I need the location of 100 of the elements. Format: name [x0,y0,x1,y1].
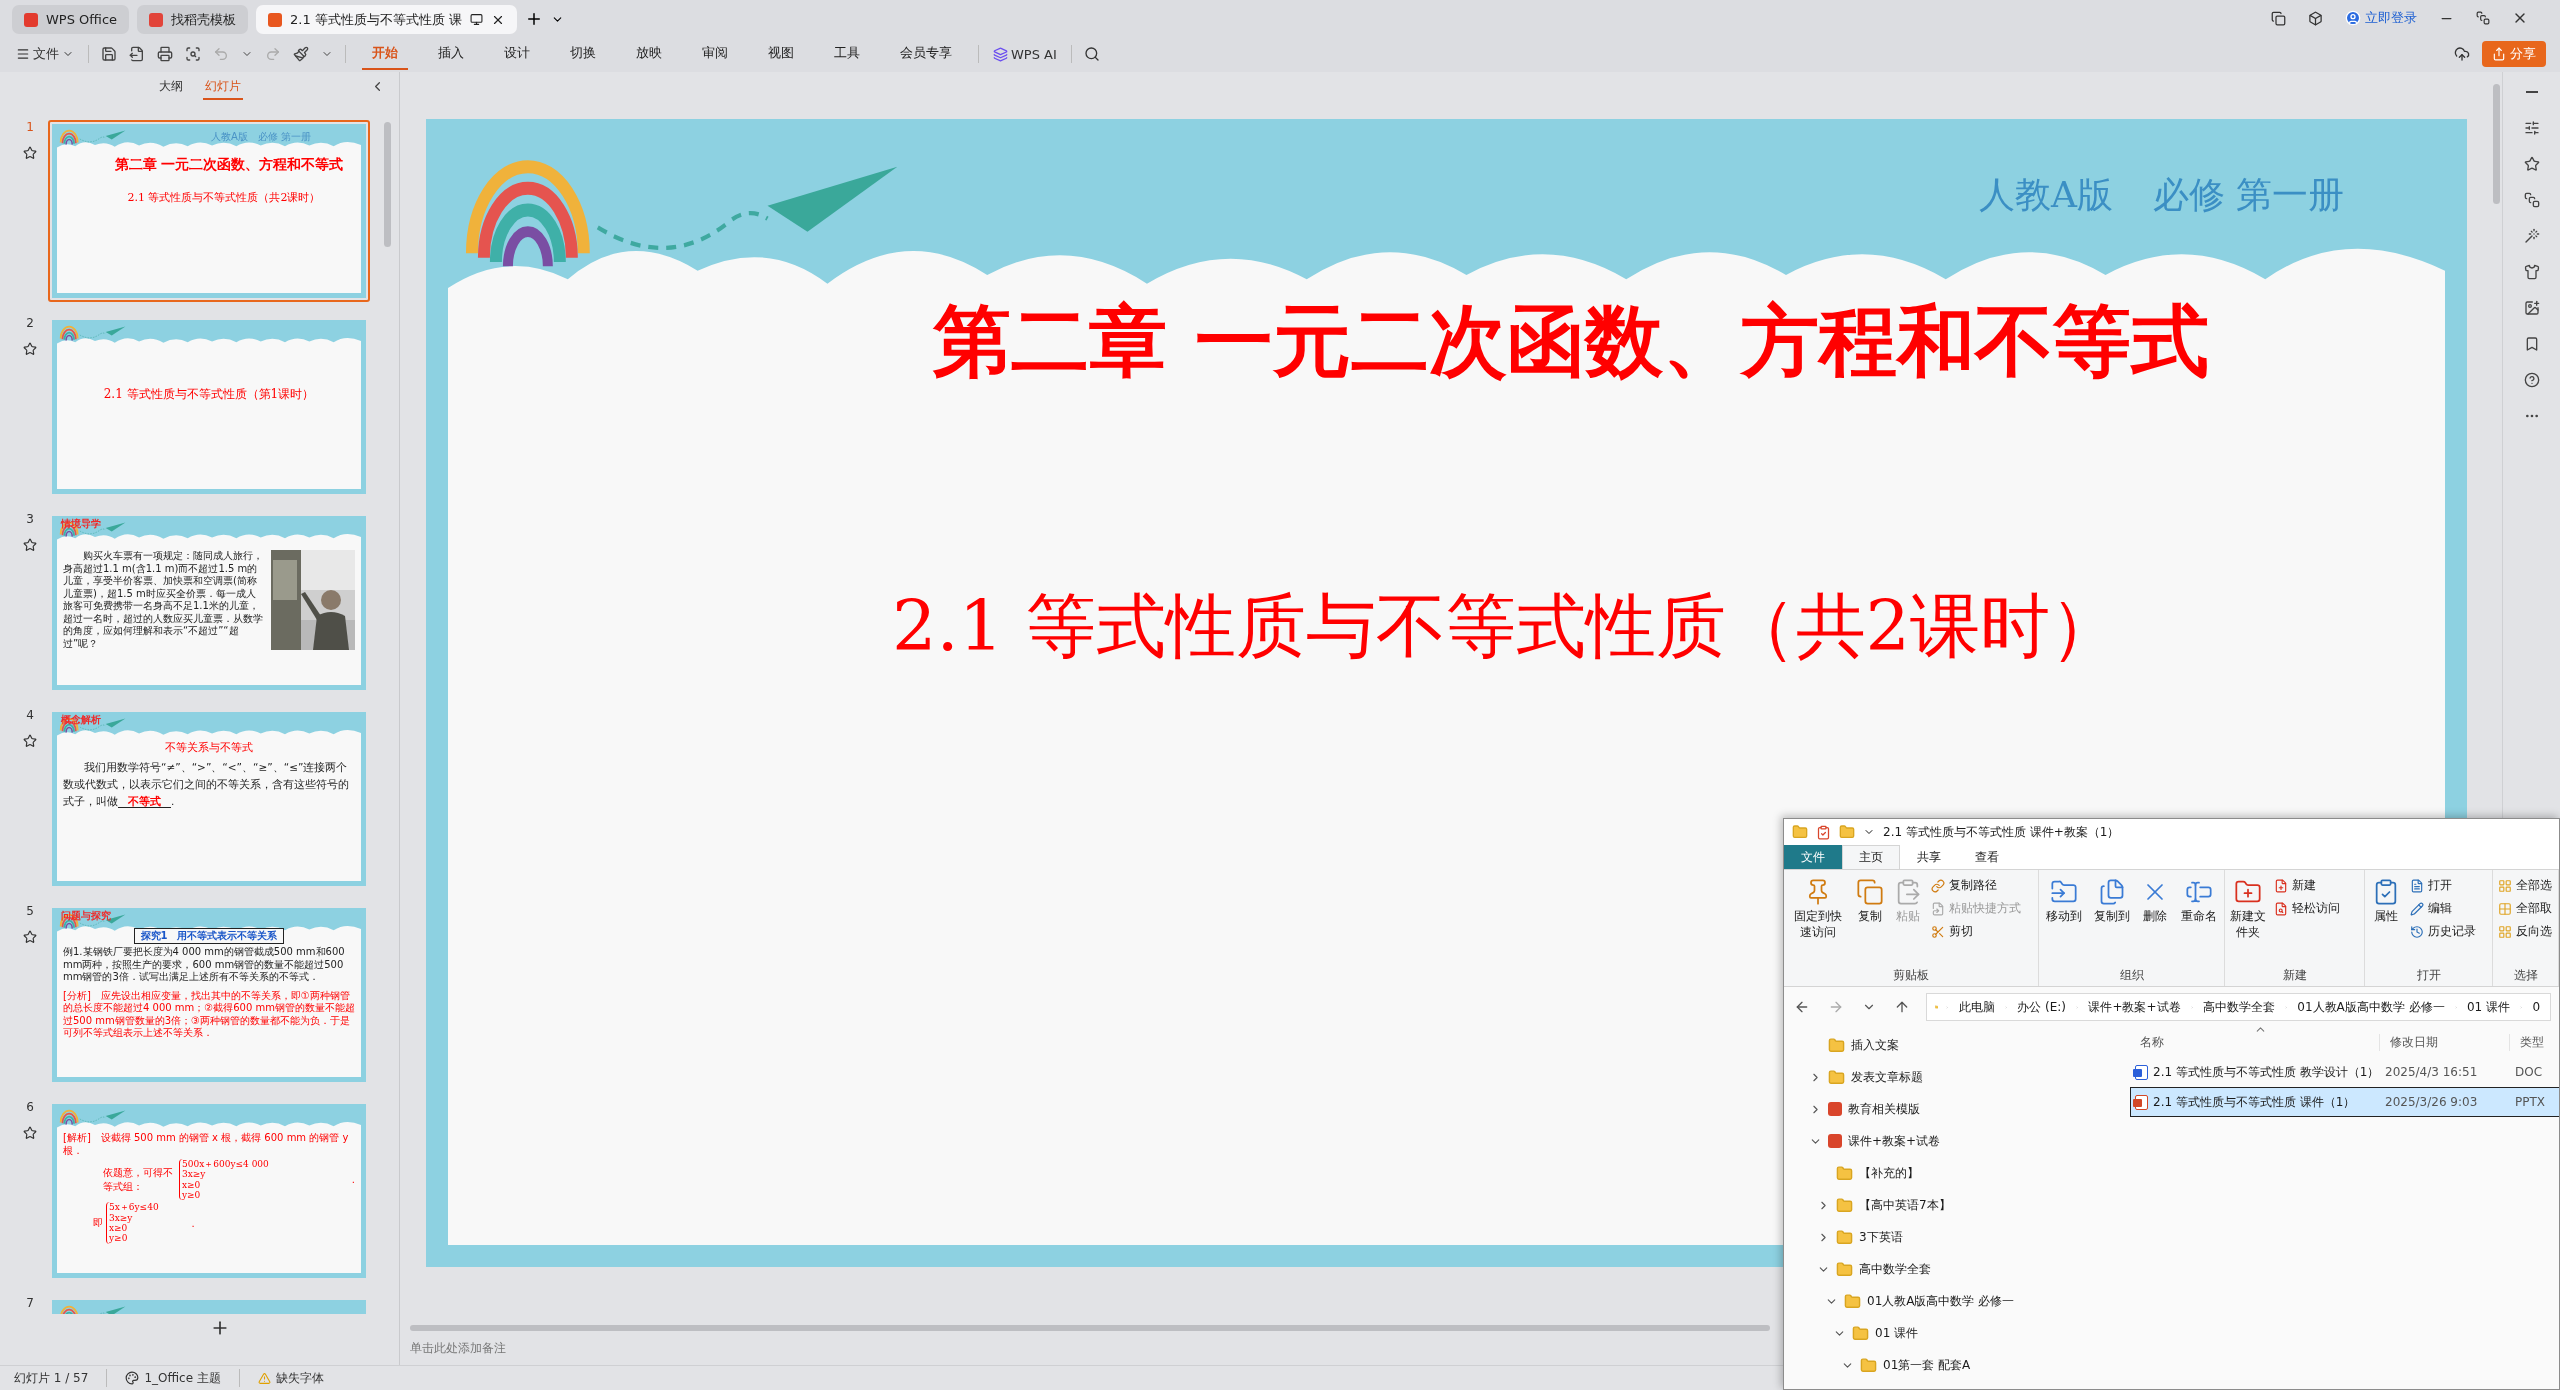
path-segment[interactable]: 0 [2530,1000,2543,1014]
folder-name: 3下英语 [1859,1228,1903,1246]
slide-number: 5 [26,904,34,918]
cloud-upload-icon[interactable] [2454,46,2470,62]
ribbon-tab[interactable]: 视图 [758,38,804,70]
copy-icon [1856,878,1884,906]
folder-name: 01 课件 [1875,1324,1919,1342]
path-segment[interactable]: 课件+教案+试卷 [2086,998,2183,1016]
file-menu-button[interactable]: 文件 [14,43,76,65]
equation-line: 500x＋600y≤4 000 [182,1159,269,1170]
properties-icon[interactable] [1816,824,1831,840]
ribbon-tab[interactable]: 审阅 [692,38,738,70]
folder-tree-item[interactable]: 插入文案 [1784,1029,2124,1061]
ribbon-button[interactable]: 复制 [1853,876,1887,967]
search-icon[interactable] [1083,46,1100,62]
file-row[interactable]: 2.1 等式性质与不等式性质 课件（1） 2025/3/26 9:03 PPTX [2130,1087,2559,1117]
app-tab[interactable]: 2.1 等式性质与不等式性质 课 [256,5,517,34]
cube-icon[interactable] [2308,10,2323,26]
path-segment[interactable]: 高中数学全套 [2200,998,2277,1016]
app-tab[interactable]: 找稻壳模板 [137,5,249,34]
ribbon-tab[interactable]: 查看 [1958,845,2016,869]
path-segment[interactable]: 01人教A版高中数学 必修一 [2295,998,2447,1016]
easy-access-icon [2274,901,2288,916]
path-segment[interactable]: 此电脑 [1956,998,1997,1016]
ai-button[interactable]: WPS AI [991,44,1059,64]
column-header[interactable]: 修改日期 [2380,1033,2510,1051]
ribbon-button[interactable]: 反向选 [2496,922,2554,941]
folder-tree-item[interactable]: 【高中英语7本】 [1784,1189,2124,1221]
export-icon[interactable] [129,46,145,62]
folder-tree-item[interactable]: 3下英语 [1784,1221,2124,1253]
ribbon-group-label: 选择 [2512,967,2539,984]
ribbon-button[interactable]: 属性 [2368,876,2404,967]
ribbon-button[interactable]: 重命名 [2177,876,2221,967]
folder-tree-item[interactable]: 01人教A版高中数学 必修一 [1784,1285,2124,1317]
menu-icon [16,47,30,61]
file-icon [2135,1064,2148,1080]
ribbon-button[interactable]: 删除 [2137,876,2174,967]
restore-icon[interactable] [2476,11,2490,25]
equation-line: x≥0 [109,1223,129,1234]
login-link[interactable]: 立即登录 [2345,9,2417,27]
ribbon-button[interactable]: 复制到 [2089,876,2134,967]
star-icon [2523,156,2540,172]
star-icon[interactable] [23,734,37,748]
theme-indicator[interactable]: 1_Office 主题 [125,1369,221,1387]
scrollbar-thumb[interactable] [2493,84,2500,204]
slide-box-title: 探究1 用不等式表示不等关系 [133,928,285,944]
path-segment[interactable]: 办公 (E:) [2015,998,2068,1016]
ribbon-tab[interactable]: 切换 [560,38,606,70]
ribbon-group-label: 组织 [2118,967,2145,984]
new-tab-icon[interactable] [525,10,543,28]
scrollbar-thumb[interactable] [410,1325,1770,1331]
save-icon[interactable] [101,46,117,62]
ribbon-tab[interactable]: 设计 [494,38,540,70]
ribbon-button[interactable]: 新建文件夹 [2228,876,2268,967]
star-icon[interactable] [23,538,37,552]
star-icon[interactable] [23,342,37,356]
ribbon-button[interactable]: 轻松访问 [2272,899,2342,918]
folder-tree-item[interactable]: 01 课件 [1784,1317,2124,1349]
ribbon-button[interactable]: 固定到快速访问 [1787,876,1849,967]
star-icon[interactable] [23,1126,37,1140]
edit-icon [2410,901,2424,916]
history-icon [2410,924,2424,939]
window-icon[interactable] [2271,10,2286,26]
ribbon-button[interactable]: 全部取 [2496,899,2554,918]
path-segment[interactable]: 01 课件 [2464,998,2512,1016]
missing-font-warning[interactable]: 缺失字体 [257,1369,324,1387]
ribbon-button[interactable]: 全部选 [2496,876,2554,895]
ribbon-button[interactable]: 剪切 [1929,922,2023,941]
scrollbar-thumb[interactable] [384,122,391,247]
address-bar[interactable]: 此电脑 办公 (E:) 课件+教案+试卷 高中数学全套 01人教A版高中数学 必修一 01 课件 0 [1926,993,2551,1021]
folder-tree-item[interactable]: 教育相关模版 [1784,1093,2124,1125]
folder-tree-item[interactable]: 【补充的】 [1784,1157,2124,1189]
format-painter-icon[interactable] [293,46,309,62]
image-icon [2523,300,2540,316]
ribbon-button[interactable]: 复制路径 [1929,876,2023,895]
folder-tree-item[interactable]: 课件+教案+试卷 [1784,1125,2124,1157]
equation-line: 3x≥y [182,1169,207,1180]
ribbon-tab[interactable]: 插入 [428,38,474,70]
app-tab[interactable]: WPS Office [12,5,130,34]
column-header[interactable]: 类型 [2510,1033,2559,1051]
slide-subtitle: 2.1 等式性质与不等式性质（共2课时） [126,190,322,205]
ribbon-tab[interactable]: 文件 [1784,845,1842,869]
ribbon-tab[interactable]: 主页 [1842,845,1900,869]
ribbon-tab[interactable]: 放映 [626,38,672,70]
ribbon-button[interactable]: 新建 [2272,876,2342,895]
ribbon-tab[interactable]: 会员专享 [890,38,962,70]
tab-label: 2.1 等式性质与不等式性质 课 [290,10,462,29]
folder-tree-item[interactable]: 发表文章标题 [1784,1061,2124,1093]
panel-tab[interactable]: 大纲 [156,74,185,100]
notes-placeholder[interactable]: 单击此处添加备注 [400,1334,516,1363]
star-icon[interactable] [23,146,37,160]
print-icon[interactable] [157,46,173,62]
ribbon-tab[interactable]: 工具 [824,38,870,70]
column-header[interactable]: 名称 [2130,1033,2380,1051]
folder-tree-item[interactable]: 01第一套 配套A [1784,1349,2124,1381]
ribbon-tab[interactable]: 共享 [1900,845,1958,869]
star-icon[interactable] [23,930,37,944]
preview-icon[interactable] [185,46,201,62]
wand-icon [2523,228,2540,244]
ribbon-button[interactable]: 移动到 [2042,876,2086,967]
